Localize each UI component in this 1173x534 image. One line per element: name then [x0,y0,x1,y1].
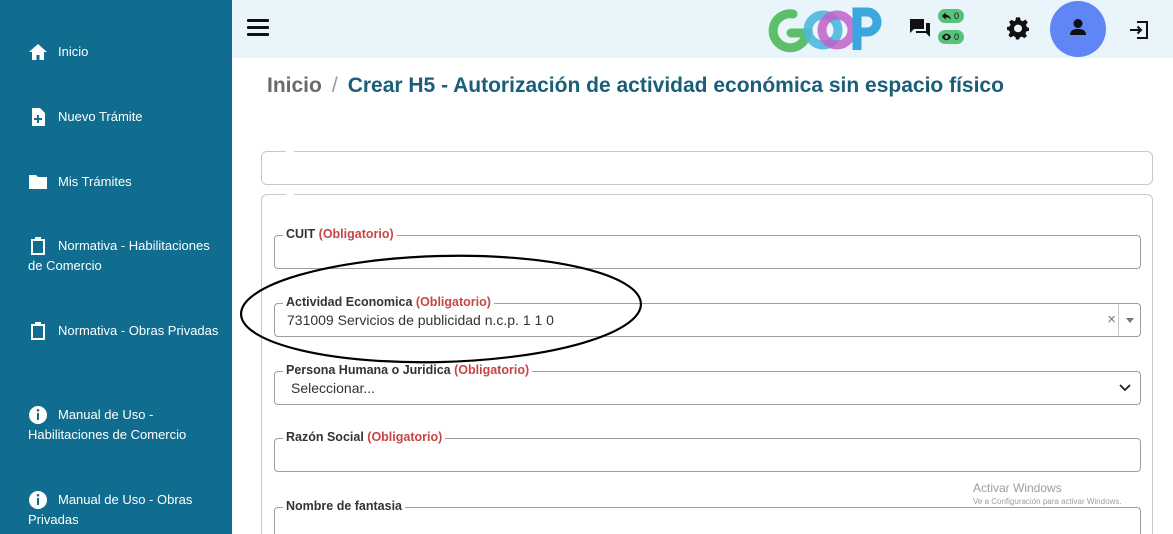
dropdown-arrow-icon[interactable] [1118,304,1140,336]
clipboard-icon [28,236,50,256]
folder-icon [28,172,50,192]
sidebar-item-label: Manual de Uso - Obras Privadas [28,492,193,527]
cuit-field[interactable]: CUIT (Obligatorio) [274,226,1141,269]
form-section-top [261,150,1153,185]
sidebar-item-inicio[interactable]: Inicio [28,42,224,62]
user-avatar-button[interactable] [1050,1,1106,57]
home-icon [28,42,50,62]
persona-label: Persona Humana o Juridica (Obligatorio) [283,362,533,378]
sidebar-item-nuevo-tramite[interactable]: Nuevo Trámite [28,107,224,127]
required-tag: (Obligatorio) [318,227,394,241]
required-tag: (Obligatorio) [454,363,530,377]
actividad-economica-value: 731009 Servicios de publicidad n.c.p. 1 … [287,312,554,328]
actividad-economica-select[interactable]: Actividad Economica (Obligatorio) 731009… [274,294,1141,337]
user-icon [1070,19,1086,35]
nombre-fantasia-field[interactable]: Nombre de fantasia [274,498,1141,534]
replied-badge: 0 [938,9,964,23]
sidebar-item-manual-obras[interactable]: Manual de Uso - Obras Privadas [28,490,224,530]
nombre-fantasia-label: Nombre de fantasia [283,498,406,514]
persona-selected-value: Seleccionar... [291,380,376,396]
logout-button[interactable] [1128,19,1150,41]
info-circle-icon [28,405,50,425]
clear-selection-icon[interactable]: × [1107,311,1116,328]
page-title: Crear H5 - Autorización de actividad eco… [347,74,1004,97]
app-root: Inicio Nuevo Trámite Mis Trámites Normat… [0,0,1173,534]
seen-badge: 0 [938,30,964,44]
sidebar-item-label: Inicio [58,44,89,59]
replied-count: 0 [954,11,960,21]
required-tag: (Obligatorio) [415,295,491,309]
chat-icon [910,19,930,37]
sidebar-item-label: Normativa - Obras Privadas [58,323,219,338]
razon-social-label: Razón Social (Obligatorio) [283,429,446,445]
watermark-title: Activar Windows [973,481,1062,495]
reply-icon [941,12,952,21]
sidebar-item-manual-comercio[interactable]: Manual de Uso - Habilitaciones de Comerc… [28,405,224,445]
actividad-economica-label: Actividad Economica (Obligatorio) [283,294,494,310]
watermark-subtitle: Ve a Configuración para activar Windows. [973,497,1122,506]
sidebar-item-label: Normativa - Habilitaciones de Comercio [28,238,210,273]
sidebar-item-normativa-comercio[interactable]: Normativa - Habilitaciones de Comercio [28,236,224,276]
chevron-down-icon [1119,384,1131,392]
required-tag: (Obligatorio) [367,430,443,444]
persona-select[interactable]: Persona Humana o Juridica (Obligatorio) … [274,362,1141,405]
messages-button[interactable] [908,16,932,40]
file-plus-icon [28,107,50,127]
top-bar: 0 0 [232,0,1173,58]
breadcrumb-separator: / [331,74,338,97]
gear-icon [1007,17,1029,40]
logout-icon [1130,21,1148,39]
settings-button[interactable] [1006,17,1030,41]
sidebar-item-label: Nuevo Trámite [58,109,143,124]
sidebar-item-label: Mis Trámites [58,174,132,189]
sidebar-item-normativa-obras[interactable]: Normativa - Obras Privadas [28,321,224,341]
info-circle-icon [28,490,50,510]
eye-icon [941,33,952,41]
windows-activation-watermark: Activar Windows Ve a Configuración para … [973,481,1122,506]
breadcrumb-home-link[interactable]: Inicio [267,74,322,97]
clipboard-icon [28,321,50,341]
sidebar: Inicio Nuevo Trámite Mis Trámites Normat… [0,0,232,534]
sidebar-item-label: Manual de Uso - Habilitaciones de Comerc… [28,407,187,442]
breadcrumb: Inicio / Crear H5 - Autorización de activi… [267,74,1004,98]
gop-logo [768,7,882,53]
razon-social-field[interactable]: Razón Social (Obligatorio) [274,429,1141,472]
menu-toggle-button[interactable] [247,19,269,37]
cuit-label: CUIT (Obligatorio) [283,226,397,242]
sidebar-item-mis-tramites[interactable]: Mis Trámites [28,172,224,192]
seen-count: 0 [954,32,960,42]
